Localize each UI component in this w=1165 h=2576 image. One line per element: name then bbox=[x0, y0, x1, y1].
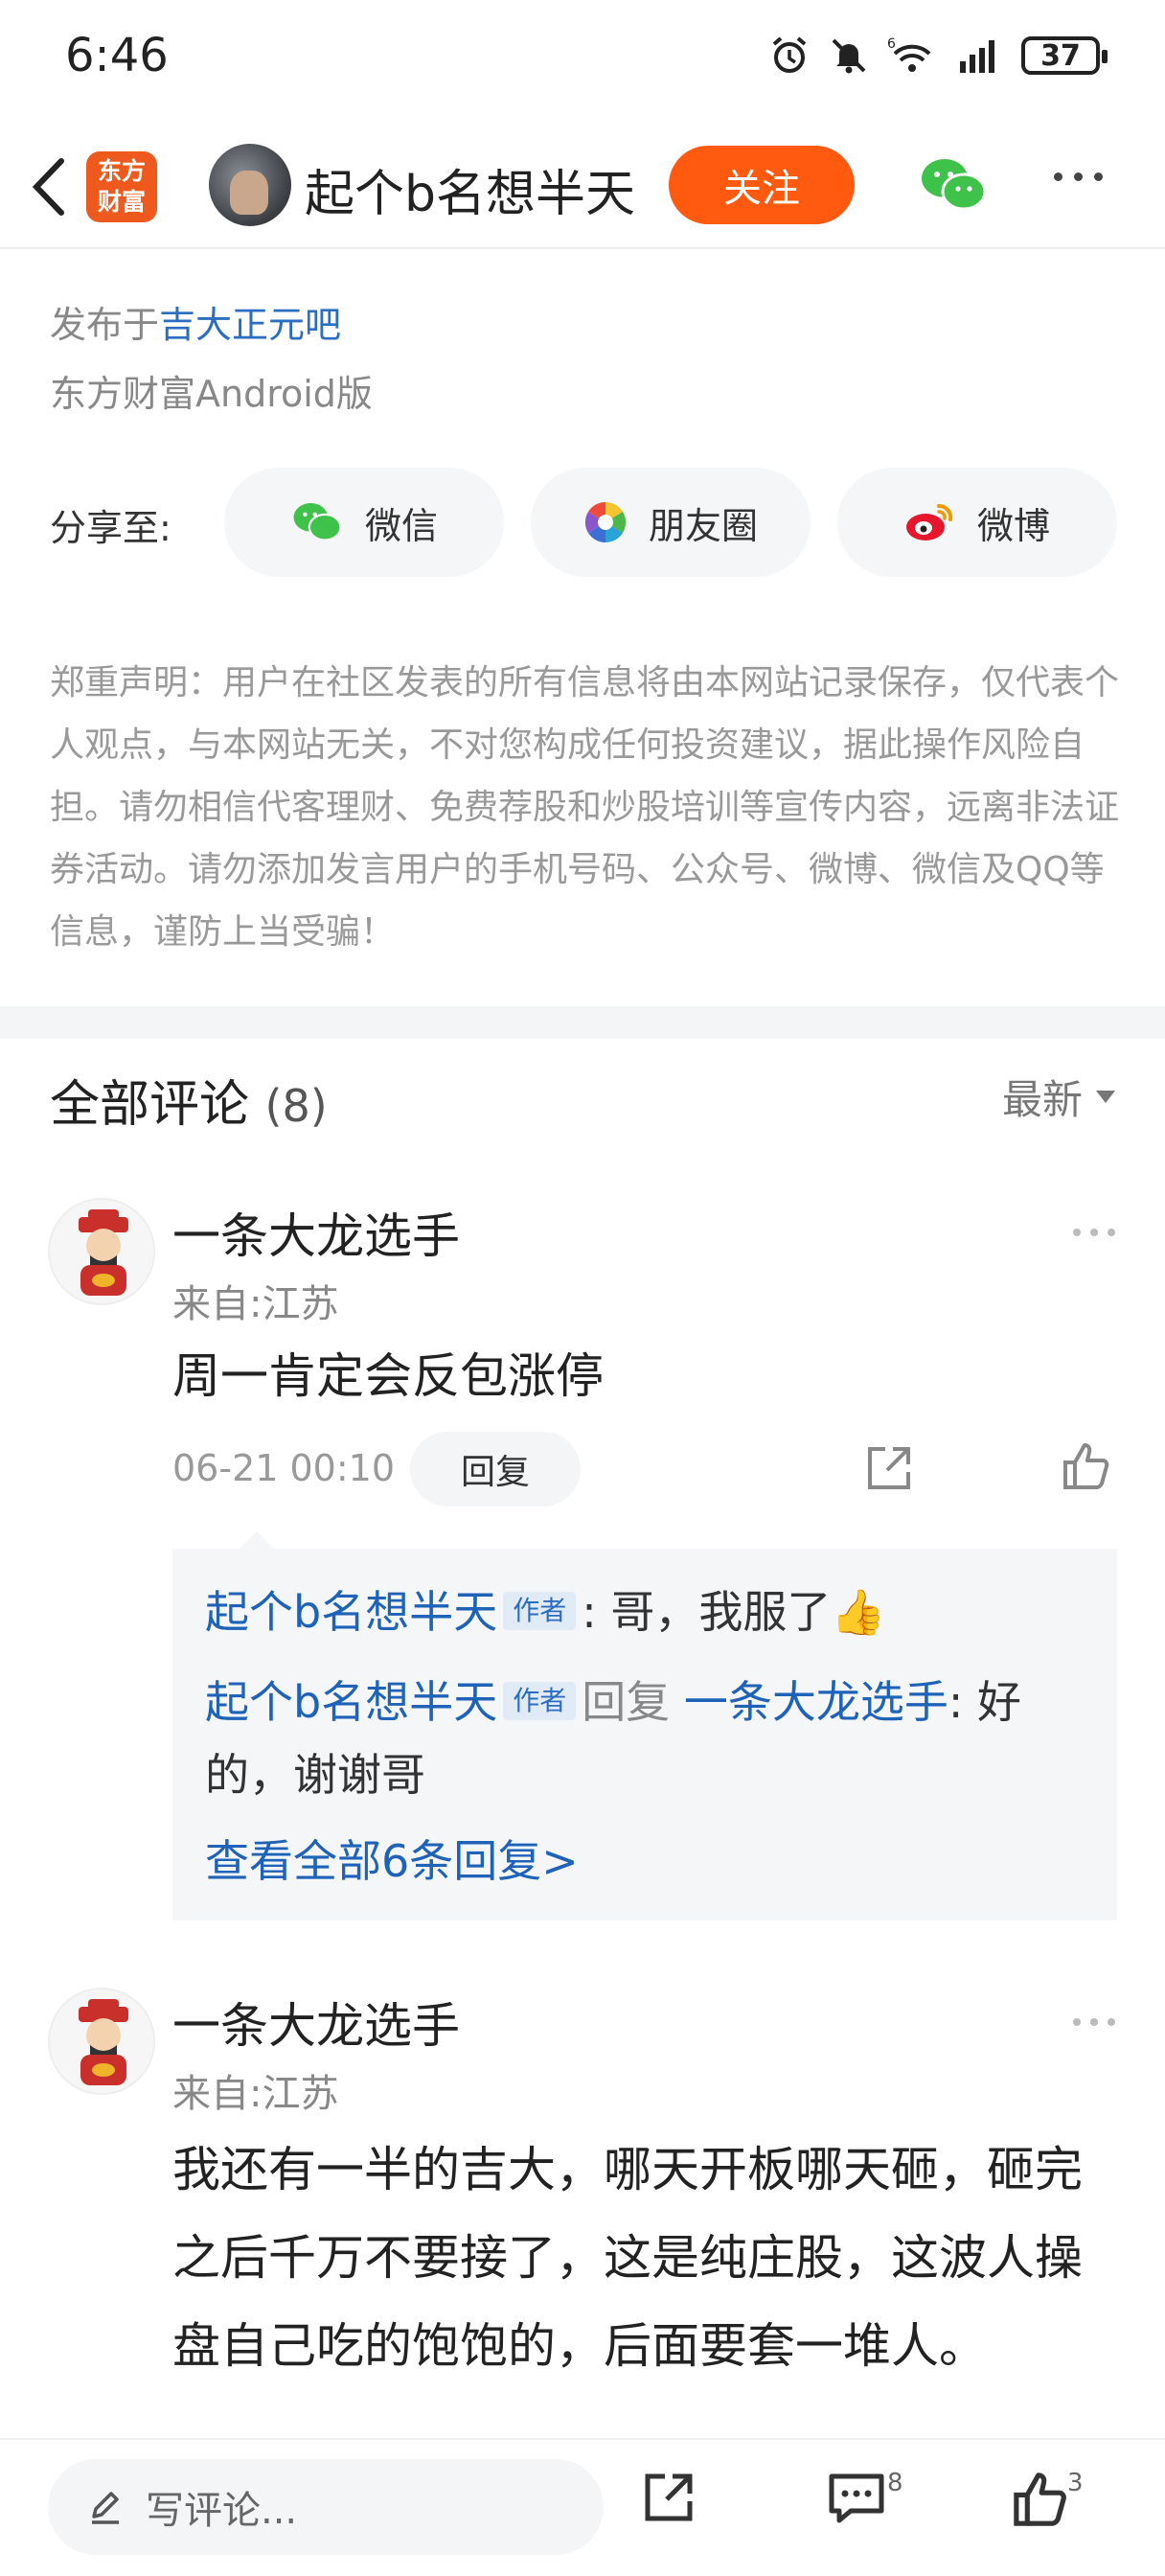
status-icons: 6 37 bbox=[768, 34, 1108, 77]
wechat-icon bbox=[293, 502, 342, 541]
comment-text: 我还有一半的吉大，哪天开板哪天砸，砸完之后千万不要接了，这是纯庄股，这波人操盘自… bbox=[172, 2142, 1083, 2374]
comments-count: (8) bbox=[264, 1080, 328, 1132]
section-divider bbox=[0, 1006, 1165, 1039]
pencil-icon bbox=[92, 2492, 119, 2524]
legal-disclaimer: 郑重声明：用户在社区发表的所有信息将由本网站记录保存，仅代表个人观点，与本网站无… bbox=[50, 663, 1120, 952]
author-tag: 作者 bbox=[503, 1682, 577, 1720]
caret-down-icon bbox=[1096, 1091, 1115, 1103]
share-label: 分享至: bbox=[50, 507, 171, 549]
share-moments-button[interactable]: 朋友圈 bbox=[531, 468, 811, 577]
top-nav-bar: 东方 财富 起个b名想半天 关注 bbox=[0, 125, 1165, 249]
mute-bell-icon bbox=[828, 34, 870, 77]
status-bar: 6:46 6 37 bbox=[0, 0, 1165, 115]
author-tag: 作者 bbox=[503, 1592, 577, 1630]
write-comment-input[interactable]: 写评论... bbox=[48, 2459, 604, 2555]
reply-line: 起个b名想半天 作者 回复 一条大龙选手: 好的，谢谢哥 bbox=[205, 1666, 1085, 1811]
thumbs-up-icon[interactable] bbox=[1010, 2469, 1071, 2534]
alarm-icon bbox=[768, 34, 811, 77]
comment-text: 周一肯定会反包涨停 bbox=[172, 1348, 604, 1404]
like-count-badge: 3 bbox=[1067, 2469, 1084, 2497]
moments-icon bbox=[584, 501, 627, 543]
comment-icon[interactable] bbox=[826, 2469, 887, 2530]
replies-box: 起个b名想半天 作者: 哥，我服了👍 起个b名想半天 作者 回复 一条大龙选手: 好的… bbox=[172, 1531, 1117, 1920]
share-weibo-button[interactable]: 微博 bbox=[837, 468, 1117, 577]
share-wechat-button[interactable]: 微信 bbox=[224, 468, 504, 577]
view-all-replies-link[interactable]: 查看全部6条回复> bbox=[205, 1827, 1085, 1890]
more-options-button[interactable] bbox=[1054, 172, 1103, 181]
commenter-name[interactable]: 一条大龙选手 bbox=[172, 1988, 460, 2057]
commenter-name[interactable]: 一条大龙选手 bbox=[172, 1198, 460, 1267]
app-logo[interactable]: 东方 财富 bbox=[86, 151, 157, 222]
reply-text: : 哥，我服了👍 bbox=[582, 1586, 886, 1638]
forward-icon[interactable] bbox=[640, 2469, 697, 2530]
sort-dropdown[interactable]: 最新 bbox=[1002, 1068, 1115, 1126]
comment-more-button[interactable] bbox=[1073, 2018, 1115, 2026]
author-name[interactable]: 起个b名想半天 bbox=[305, 153, 635, 225]
post-source: 东方财富Android版 bbox=[50, 373, 373, 415]
published-in: 发布于吉大正元吧 bbox=[50, 304, 342, 346]
reply-target[interactable]: 一条大龙选手 bbox=[684, 1676, 948, 1728]
commenter-location: 来自:江苏 bbox=[172, 2072, 339, 2116]
share-icon[interactable] bbox=[864, 1443, 914, 1497]
commenter-location: 来自:江苏 bbox=[172, 1282, 339, 1326]
reply-button[interactable]: 回复 bbox=[410, 1432, 581, 1506]
weibo-icon bbox=[905, 503, 953, 540]
comments-title: 全部评论 (8) bbox=[50, 1076, 328, 1134]
reply-line: 起个b名想半天 作者: 哥，我服了👍 bbox=[205, 1576, 1085, 1648]
reply-word: 回复 bbox=[582, 1676, 671, 1728]
reply-author[interactable]: 起个b名想半天 bbox=[205, 1676, 497, 1728]
forum-link[interactable]: 吉大正元吧 bbox=[159, 304, 341, 346]
author-avatar[interactable] bbox=[209, 144, 291, 226]
like-icon[interactable] bbox=[1060, 1439, 1113, 1497]
back-button[interactable] bbox=[21, 151, 79, 222]
comment-time: 06-21 00:10 bbox=[172, 1447, 396, 1489]
wechat-share-icon[interactable] bbox=[920, 155, 987, 218]
wifi-icon: 6 bbox=[887, 34, 939, 77]
comment-more-button[interactable] bbox=[1073, 1229, 1115, 1236]
svg-text:6: 6 bbox=[887, 36, 896, 52]
commenter-avatar[interactable] bbox=[48, 1988, 155, 2095]
commenter-avatar[interactable] bbox=[48, 1198, 155, 1305]
status-time: 6:46 bbox=[65, 29, 169, 82]
follow-button[interactable]: 关注 bbox=[669, 146, 855, 224]
signal-icon bbox=[956, 34, 1004, 77]
chevron-left-icon bbox=[32, 158, 64, 216]
bottom-action-bar: 写评论... 8 3 bbox=[0, 2438, 1165, 2576]
battery-indicator: 37 bbox=[1021, 36, 1108, 75]
reply-author[interactable]: 起个b名想半天 bbox=[205, 1586, 497, 1638]
comment-count-badge: 8 bbox=[887, 2469, 903, 2497]
